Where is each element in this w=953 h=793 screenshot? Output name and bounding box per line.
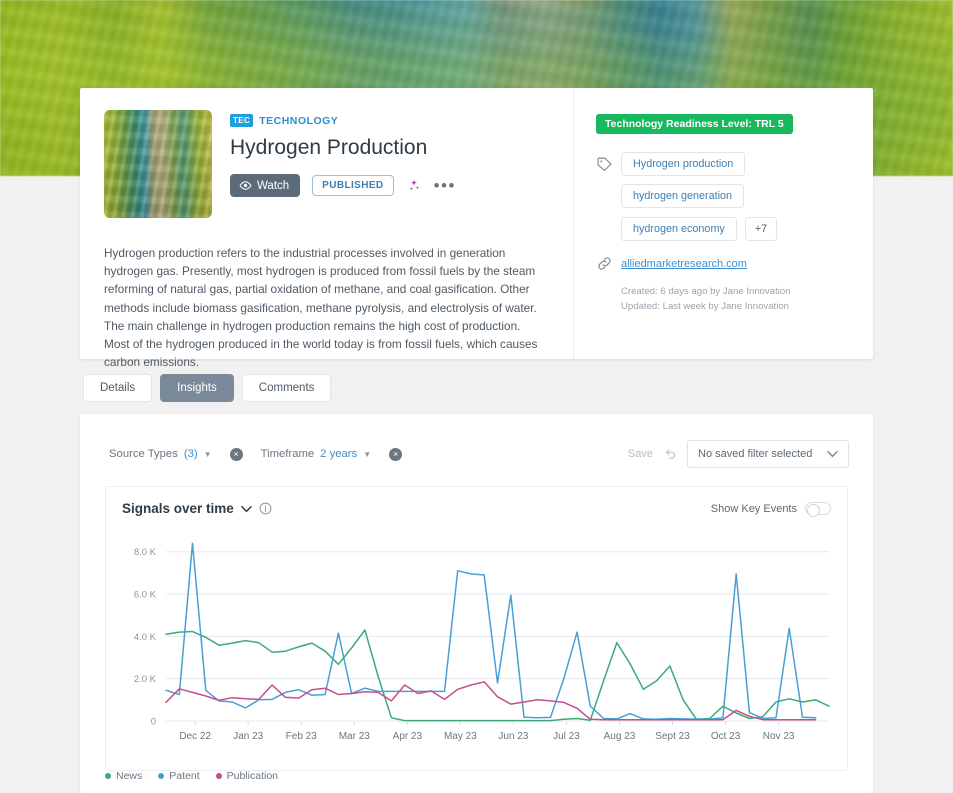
info-icon[interactable]	[259, 502, 272, 515]
chevron-down-icon[interactable]	[240, 505, 252, 513]
y-axis-tick-label: 6.0 K	[134, 590, 157, 601]
save-filter-button[interactable]: Save	[628, 448, 653, 460]
entity-header-meta: TEC TECHNOLOGY Hydrogen Production Watch	[230, 110, 456, 218]
entity-header-row: TEC TECHNOLOGY Hydrogen Production Watch	[104, 110, 549, 218]
saved-filter-select[interactable]: No saved filter selected	[687, 440, 849, 468]
source-link-row: alliedmarketresearch.com	[596, 255, 851, 272]
tag-chip[interactable]: Hydrogen production	[621, 152, 746, 176]
signals-line-chart: 0 2.0 K 4.0 K 6.0 K 8.0 K Dec 22 Jan 23 Feb 23 M…	[134, 542, 830, 742]
key-events-control: Show Key Events	[710, 502, 831, 517]
saved-filter-area: Save No saved filter selected	[628, 440, 849, 468]
filter-bar: Source Types (3) ▼ × Timeframe 2 years ▼…	[80, 414, 873, 468]
chart-title-group: Signals over time	[122, 501, 272, 516]
chevron-down-icon	[827, 450, 838, 458]
y-axis-tick-label: 4.0 K	[134, 632, 157, 643]
x-axis-tick-label: Apr 23	[393, 731, 423, 742]
legend-dot-patent	[158, 773, 165, 779]
source-link[interactable]: alliedmarketresearch.com	[621, 258, 747, 270]
legend-item-patent[interactable]: Patent	[158, 770, 200, 782]
x-axis-tick-label: May 23	[444, 731, 477, 742]
saved-filter-value: No saved filter selected	[698, 448, 813, 460]
filter-source-types-label: Source Types	[109, 448, 178, 460]
tag-list: Hydrogen production hydrogen generation	[621, 152, 851, 208]
entity-summary-right: Technology Readiness Level: TRL 5 Hydrog…	[574, 88, 873, 359]
undo-icon[interactable]	[663, 447, 677, 461]
sparkle-icon[interactable]	[406, 178, 422, 194]
y-axis-tick-label: 8.0 K	[134, 547, 157, 558]
tab-comments[interactable]: Comments	[241, 374, 332, 402]
entity-type-kicker: TEC TECHNOLOGY	[230, 114, 456, 127]
x-axis-tick-label: Aug 23	[604, 731, 636, 742]
chart-title[interactable]: Signals over time	[122, 501, 234, 516]
key-events-toggle[interactable]	[805, 502, 831, 517]
tab-bar: Details Insights Comments	[83, 374, 332, 402]
legend-dot-news	[105, 773, 111, 779]
legend-item-news[interactable]: News	[105, 770, 142, 782]
watch-button[interactable]: Watch	[230, 174, 301, 197]
tags-overflow-chip[interactable]: +7	[744, 217, 778, 241]
entity-summary-left: TEC TECHNOLOGY Hydrogen Production Watch	[80, 88, 573, 369]
tab-details[interactable]: Details	[83, 374, 153, 402]
link-icon	[598, 257, 611, 270]
page-root: TEC TECHNOLOGY Hydrogen Production Watch	[0, 0, 953, 793]
filter-source-types-value: (3)	[183, 448, 198, 460]
legend-label-publication: Publication	[226, 770, 278, 782]
tags-row-primary: Hydrogen production hydrogen generation	[596, 152, 851, 208]
tags-row-secondary: hydrogen economy +7	[621, 217, 851, 241]
more-actions-button[interactable]: •••	[434, 177, 456, 194]
chart-series-publication	[165, 681, 817, 721]
legend-item-publication[interactable]: Publication	[215, 770, 278, 782]
x-axis-tick-label: Oct 23	[711, 731, 741, 742]
eye-icon	[239, 181, 252, 190]
watch-button-label: Watch	[257, 179, 290, 192]
x-axis-tick-label: Feb 23	[286, 731, 318, 742]
x-axis-tick-label: Jun 23	[498, 731, 528, 742]
x-axis-tick-label: Jul 23	[553, 731, 580, 742]
entity-summary-card: TEC TECHNOLOGY Hydrogen Production Watch	[80, 88, 873, 369]
chart-header: Signals over time Show Key Events	[106, 487, 847, 517]
x-axis-tick-label: Sept 23	[655, 731, 690, 742]
chart-series-patent	[165, 542, 817, 721]
tab-insights[interactable]: Insights	[160, 374, 234, 402]
entity-actions: Watch PUBLISHED •••	[230, 174, 456, 197]
y-axis-tick-label: 0	[151, 717, 156, 728]
entity-description: Hydrogen production refers to the indust…	[104, 246, 538, 370]
filter-timeframe-label: Timeframe	[260, 448, 315, 460]
tag-chip[interactable]: hydrogen economy	[621, 217, 737, 241]
chevron-down-icon: ▼	[363, 449, 372, 459]
clear-source-types-button[interactable]: ×	[229, 447, 243, 461]
filter-source-types[interactable]: Source Types (3) ▼	[109, 448, 212, 460]
type-badge-abbrev: TEC	[230, 114, 254, 127]
tag-chip[interactable]: hydrogen generation	[621, 184, 745, 208]
filter-group: Source Types (3) ▼ × Timeframe 2 years ▼…	[109, 447, 403, 461]
legend-label-news: News	[116, 770, 143, 782]
filter-timeframe-value: 2 years	[320, 448, 358, 460]
legend-label-patent: Patent	[169, 770, 200, 782]
created-meta: Created: 6 days ago by Jane Innovation	[621, 286, 791, 297]
x-axis-tick-label: Jan 23	[233, 731, 263, 742]
tag-icon	[597, 157, 612, 172]
x-axis-tick-label: Mar 23	[339, 731, 371, 742]
status-badge[interactable]: PUBLISHED	[312, 175, 394, 196]
trl-badge: Technology Readiness Level: TRL 5	[596, 114, 793, 134]
key-events-label: Show Key Events	[710, 502, 797, 515]
type-badge-label: TECHNOLOGY	[259, 114, 339, 127]
clear-timeframe-button[interactable]: ×	[389, 447, 403, 461]
insights-panel: Source Types (3) ▼ × Timeframe 2 years ▼…	[80, 414, 873, 793]
x-axis-tick-label: Nov 23	[763, 731, 795, 742]
page-title: Hydrogen Production	[230, 136, 428, 159]
signals-chart-card: Signals over time Show Key Events 0 2.0 K…	[105, 486, 848, 771]
filter-timeframe[interactable]: Timeframe 2 years ▼	[261, 448, 372, 460]
y-axis-tick-label: 2.0 K	[134, 674, 157, 685]
chevron-down-icon: ▼	[203, 449, 212, 459]
legend-dot-publication	[215, 773, 222, 779]
chart-legend: News Patent Publication	[105, 770, 278, 782]
x-axis-tick-label: Dec 22	[179, 731, 211, 742]
updated-meta: Updated: Last week by Jane Innovation	[621, 301, 790, 312]
entity-thumbnail	[104, 110, 212, 218]
